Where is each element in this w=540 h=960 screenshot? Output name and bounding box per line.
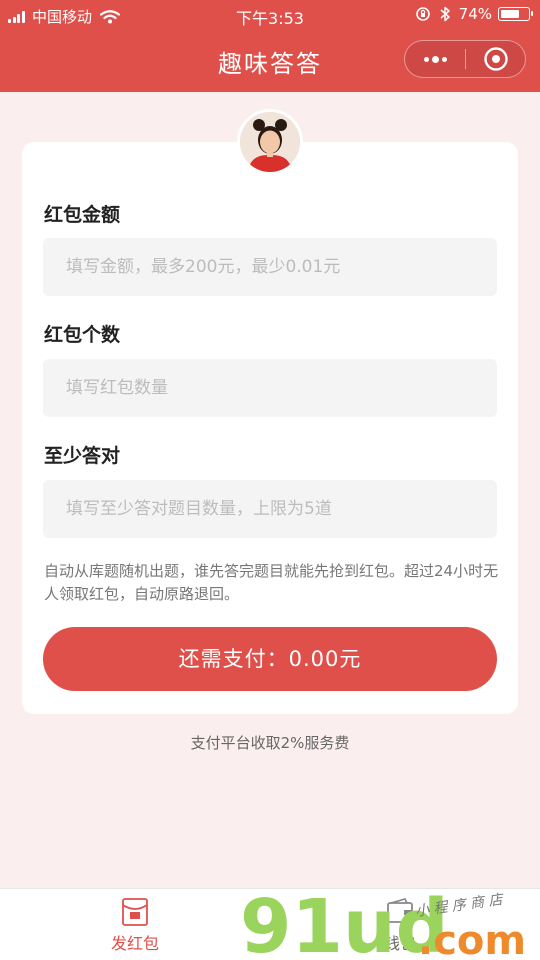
service-fee-note: 支付平台收取2%服务费 (190, 734, 350, 752)
mini-program-capsule (404, 40, 526, 78)
watermark-logo: 91ud .com 小 程 序 商 店 (240, 884, 526, 960)
close-target-icon (484, 47, 508, 71)
close-mini-program-button[interactable] (466, 41, 526, 77)
red-envelope-icon (122, 898, 148, 926)
tab-send-red-packet[interactable]: 发红包 (75, 897, 195, 954)
battery-icon (498, 7, 533, 21)
pay-button[interactable]: 还需支付：0.00元 (43, 627, 497, 691)
red-packet-form-card: 红包金额 红包个数 至少答对 自动从库题随机出题，谁先答完题目就能先抢到红包。超… (22, 142, 518, 714)
status-right: 74% (415, 5, 533, 23)
svg-text:.com: .com (418, 918, 526, 960)
tab-send-red-packet-label: 发红包 (110, 934, 159, 953)
avatar (237, 109, 303, 175)
orientation-lock-icon (415, 7, 430, 21)
bluetooth-icon (440, 6, 450, 22)
count-input[interactable] (43, 359, 497, 417)
status-bar: 中国移动 下午3:53 74% (0, 0, 540, 30)
nav-bar: 趣味答答 (0, 30, 540, 92)
amount-input[interactable] (43, 238, 497, 296)
rules-hint-text: 自动从库题随机出题，谁先答完题目就能先抢到红包。超过24小时无人领取红包，自动原… (44, 562, 499, 603)
more-options-button[interactable] (405, 41, 465, 77)
min-correct-input[interactable] (43, 480, 497, 538)
amount-label: 红包金额 (44, 204, 121, 226)
count-label: 红包个数 (44, 324, 121, 346)
avatar-portrait-image (240, 112, 300, 172)
min-correct-label: 至少答对 (44, 445, 121, 467)
battery-percent: 74% (458, 5, 492, 23)
